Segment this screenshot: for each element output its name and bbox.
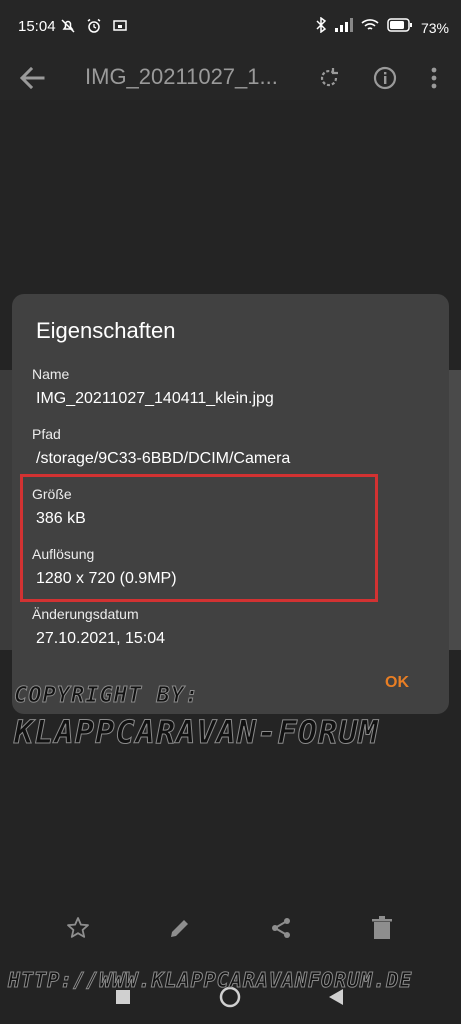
watermark-line-2: KLAPPCARAVAN-FORUM <box>14 713 379 752</box>
field-modified-date: Änderungsdatum 27.10.2021, 15:04 <box>32 606 165 648</box>
status-time: 15:04 <box>18 18 56 35</box>
properties-dialog: Eigenschaften Name IMG_20211027_140411_k… <box>12 294 449 714</box>
pencil-icon[interactable] <box>166 914 194 942</box>
share-icon[interactable] <box>267 914 295 942</box>
field-value: 386 kB <box>36 510 86 527</box>
field-name: Name IMG_20211027_140411_klein.jpg <box>32 366 274 408</box>
wifi-icon <box>361 18 379 37</box>
cast-icon <box>112 18 128 39</box>
field-value: 1280 x 720 (0.9MP) <box>36 570 177 587</box>
battery-percent: 73% <box>420 19 449 36</box>
battery-icon <box>387 18 413 37</box>
star-outline-icon[interactable] <box>64 914 92 942</box>
field-label: Änderungsdatum <box>32 606 139 622</box>
trash-icon[interactable] <box>368 914 396 942</box>
field-value: IMG_20211027_140411_klein.jpg <box>36 390 274 407</box>
ok-button[interactable]: OK <box>385 674 409 692</box>
field-label: Auflösung <box>32 546 95 562</box>
muted-icon <box>60 18 76 39</box>
more-vert-icon[interactable] <box>418 62 450 94</box>
photo-edge-left <box>0 370 12 650</box>
bottom-toolbar <box>0 880 461 970</box>
photo-edge-right <box>449 370 461 650</box>
image-title: IMG_20211027_1... <box>85 64 278 89</box>
status-icons-right: 73% <box>315 16 449 38</box>
field-label: Pfad <box>32 426 61 442</box>
field-size: Größe 386 kB <box>32 486 86 528</box>
status-bar: 15:04 73% <box>0 0 461 56</box>
signal-icon <box>334 18 353 37</box>
field-value: 27.10.2021, 15:04 <box>36 630 166 647</box>
rotate-icon[interactable] <box>313 62 345 94</box>
field-path: Pfad /storage/9C33-6BBD/DCIM/Camera <box>32 426 290 468</box>
status-icons-left <box>60 18 128 39</box>
field-label: Name <box>32 366 70 382</box>
arrow-left-icon[interactable] <box>16 62 48 94</box>
bluetooth-icon <box>315 16 327 38</box>
info-icon[interactable] <box>369 62 401 94</box>
app-bar: IMG_20211027_1... <box>0 56 461 100</box>
dialog-title: Eigenschaften <box>36 318 176 343</box>
field-value: /storage/9C33-6BBD/DCIM/Camera <box>36 450 291 467</box>
field-resolution: Auflösung 1280 x 720 (0.9MP) <box>32 546 177 588</box>
field-label: Größe <box>32 486 72 502</box>
alarm-icon <box>86 18 102 39</box>
watermark-line-1: COPYRIGHT BY: <box>13 683 200 709</box>
watermark-line-3: HTTP://WWW.KLAPPCARAVANFORUM.DE <box>7 968 413 993</box>
